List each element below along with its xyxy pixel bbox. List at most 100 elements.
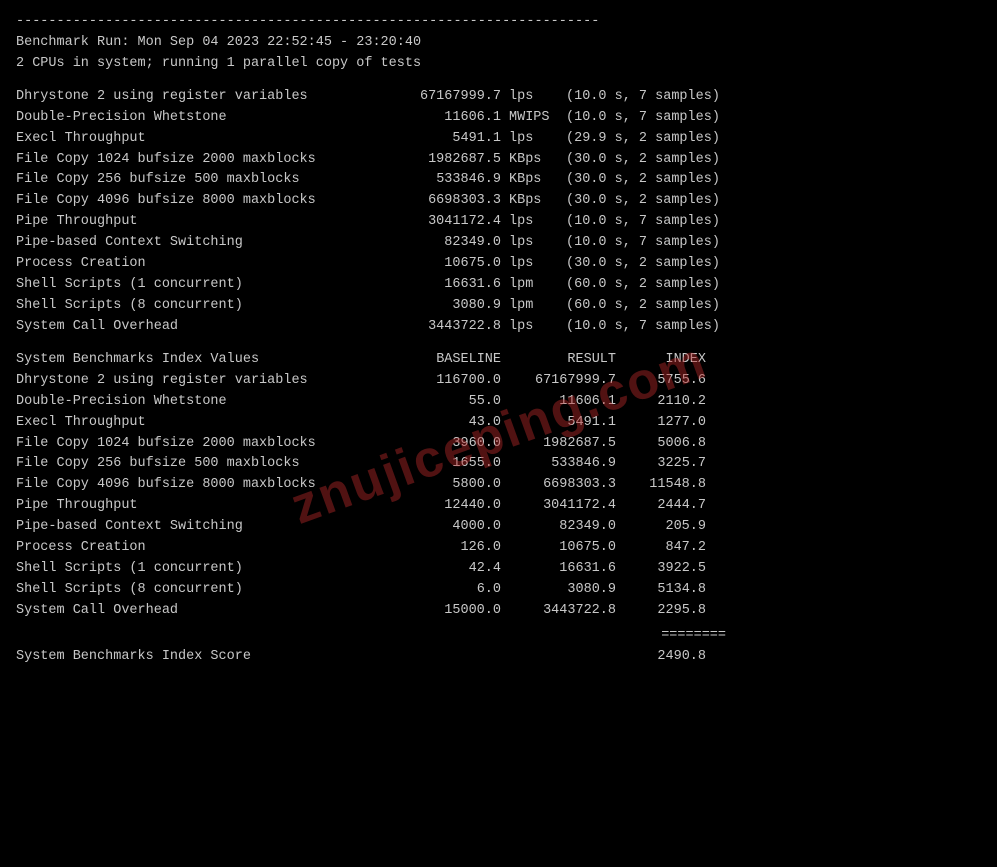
bench-label: File Copy 4096 bufsize 8000 maxblocks: [16, 191, 386, 212]
index-row-index: 5134.8: [616, 580, 706, 601]
index-row-label: Process Creation: [16, 538, 386, 559]
bench-value: 6698303.3: [386, 191, 501, 212]
index-header-label: System Benchmarks Index Values: [16, 350, 386, 371]
bench-value: 533846.9: [386, 170, 501, 191]
bench-label: System Call Overhead: [16, 317, 386, 338]
bench-value: 5491.1: [386, 129, 501, 150]
bench-samples: (29.9 s, 2 samples): [566, 129, 720, 150]
index-row-result: 533846.9: [501, 454, 616, 475]
index-row-baseline: 5800.0: [386, 475, 501, 496]
index-row-label: File Copy 1024 bufsize 2000 maxblocks: [16, 434, 386, 455]
index-row: Process Creation126.010675.0847.2: [16, 538, 981, 559]
index-row-baseline: 116700.0: [386, 371, 501, 392]
score-section: ========System Benchmarks Index Score249…: [16, 626, 981, 668]
bench-value: 82349.0: [386, 233, 501, 254]
index-header-row: System Benchmarks Index ValuesBASELINERE…: [16, 350, 981, 371]
index-section: System Benchmarks Index ValuesBASELINERE…: [16, 350, 981, 622]
header-line2: 2 CPUs in system; running 1 parallel cop…: [16, 54, 981, 75]
index-row: Pipe-based Context Switching4000.082349.…: [16, 517, 981, 538]
bench-unit: KBps: [501, 150, 566, 171]
bench-unit: MWIPS: [501, 108, 566, 129]
index-row: Pipe Throughput12440.03041172.42444.7: [16, 496, 981, 517]
bench-samples: (30.0 s, 2 samples): [566, 254, 720, 275]
index-header-index: INDEX: [616, 350, 706, 371]
index-row-label: Shell Scripts (8 concurrent): [16, 580, 386, 601]
bench-unit: lps: [501, 212, 566, 233]
index-row-index: 2110.2: [616, 392, 706, 413]
bench-samples: (60.0 s, 2 samples): [566, 275, 720, 296]
index-row: Dhrystone 2 using register variables1167…: [16, 371, 981, 392]
bench-unit: lps: [501, 254, 566, 275]
bench-unit: lps: [501, 317, 566, 338]
bench-value: 16631.6: [386, 275, 501, 296]
benchmark-row: Process Creation10675.0lps(30.0 s, 2 sam…: [16, 254, 981, 275]
index-row-baseline: 42.4: [386, 559, 501, 580]
index-row-result: 82349.0: [501, 517, 616, 538]
bench-label: Pipe-based Context Switching: [16, 233, 386, 254]
index-row-baseline: 15000.0: [386, 601, 501, 622]
index-row-baseline: 12440.0: [386, 496, 501, 517]
index-row-baseline: 55.0: [386, 392, 501, 413]
bench-samples: (30.0 s, 2 samples): [566, 170, 720, 191]
index-row-label: Dhrystone 2 using register variables: [16, 371, 386, 392]
index-row: Double-Precision Whetstone55.011606.1211…: [16, 392, 981, 413]
benchmark-row: File Copy 1024 bufsize 2000 maxblocks198…: [16, 150, 981, 171]
index-row: System Call Overhead15000.03443722.82295…: [16, 601, 981, 622]
index-header-result: RESULT: [501, 350, 616, 371]
bench-samples: (10.0 s, 7 samples): [566, 233, 720, 254]
benchmark-row: System Call Overhead3443722.8lps(10.0 s,…: [16, 317, 981, 338]
index-row-index: 5755.6: [616, 371, 706, 392]
index-header-baseline: BASELINE: [386, 350, 501, 371]
benchmark-row: Dhrystone 2 using register variables6716…: [16, 87, 981, 108]
bench-value: 10675.0: [386, 254, 501, 275]
benchmark-row: Pipe Throughput3041172.4lps(10.0 s, 7 sa…: [16, 212, 981, 233]
index-row-index: 11548.8: [616, 475, 706, 496]
bench-value: 3443722.8: [386, 317, 501, 338]
index-row-index: 3225.7: [616, 454, 706, 475]
benchmark-row: Pipe-based Context Switching82349.0lps(1…: [16, 233, 981, 254]
index-row-result: 6698303.3: [501, 475, 616, 496]
index-row-result: 10675.0: [501, 538, 616, 559]
index-row: File Copy 1024 bufsize 2000 maxblocks396…: [16, 434, 981, 455]
index-row-result: 1982687.5: [501, 434, 616, 455]
bench-samples: (10.0 s, 7 samples): [566, 108, 720, 129]
index-row-baseline: 3960.0: [386, 434, 501, 455]
index-row-label: File Copy 4096 bufsize 8000 maxblocks: [16, 475, 386, 496]
bench-label: Pipe Throughput: [16, 212, 386, 233]
bench-unit: lpm: [501, 296, 566, 317]
bench-label: Shell Scripts (8 concurrent): [16, 296, 386, 317]
benchmark-row: Execl Throughput5491.1lps(29.9 s, 2 samp…: [16, 129, 981, 150]
index-row: Execl Throughput43.05491.11277.0: [16, 413, 981, 434]
index-row-baseline: 6.0: [386, 580, 501, 601]
index-row-index: 2295.8: [616, 601, 706, 622]
index-row-label: Pipe-based Context Switching: [16, 517, 386, 538]
index-row: File Copy 4096 bufsize 8000 maxblocks580…: [16, 475, 981, 496]
index-row-result: 11606.1: [501, 392, 616, 413]
bench-label: File Copy 1024 bufsize 2000 maxblocks: [16, 150, 386, 171]
bench-label: Double-Precision Whetstone: [16, 108, 386, 129]
bench-label: Shell Scripts (1 concurrent): [16, 275, 386, 296]
bench-unit: KBps: [501, 191, 566, 212]
index-row-label: File Copy 256 bufsize 500 maxblocks: [16, 454, 386, 475]
index-row-result: 3080.9: [501, 580, 616, 601]
bench-unit: KBps: [501, 170, 566, 191]
benchmark-row: File Copy 256 bufsize 500 maxblocks53384…: [16, 170, 981, 191]
bench-value: 67167999.7: [386, 87, 501, 108]
header-line1: Benchmark Run: Mon Sep 04 2023 22:52:45 …: [16, 33, 981, 54]
bench-label: Execl Throughput: [16, 129, 386, 150]
index-row-baseline: 1655.0: [386, 454, 501, 475]
index-row: Shell Scripts (8 concurrent)6.03080.9513…: [16, 580, 981, 601]
bench-value: 3080.9: [386, 296, 501, 317]
benchmark-row: Shell Scripts (1 concurrent)16631.6lpm(6…: [16, 275, 981, 296]
index-row: File Copy 256 bufsize 500 maxblocks1655.…: [16, 454, 981, 475]
terminal-container: ----------------------------------------…: [16, 12, 981, 668]
index-row-result: 67167999.7: [501, 371, 616, 392]
index-row-index: 2444.7: [616, 496, 706, 517]
bench-samples: (10.0 s, 7 samples): [566, 212, 720, 233]
bench-value: 3041172.4: [386, 212, 501, 233]
index-row-label: Execl Throughput: [16, 413, 386, 434]
index-row-index: 847.2: [616, 538, 706, 559]
index-row-result: 3443722.8: [501, 601, 616, 622]
index-row-baseline: 43.0: [386, 413, 501, 434]
index-row-index: 205.9: [616, 517, 706, 538]
